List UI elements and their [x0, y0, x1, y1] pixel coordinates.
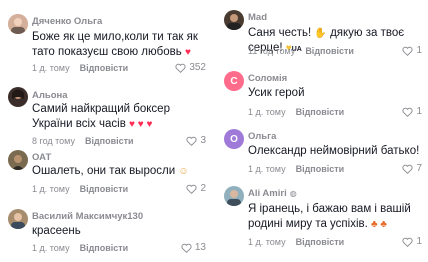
avatar[interactable]: [8, 209, 28, 229]
reply-button[interactable]: Відповісти: [305, 46, 354, 56]
like-button[interactable]: 352: [175, 62, 206, 73]
avatar[interactable]: [8, 87, 28, 107]
comment-item: O Ольга Олександр неймовірний батько! 1 …: [216, 124, 428, 182]
avatar[interactable]: [224, 186, 244, 206]
avatar[interactable]: O: [224, 129, 244, 149]
like-count: 1: [416, 45, 422, 56]
like-button[interactable]: 1: [402, 236, 422, 247]
like-button[interactable]: 1: [402, 45, 422, 56]
comment-author[interactable]: Ольга: [248, 131, 276, 142]
comment-time: 1 д. тому: [32, 243, 70, 253]
comment-time: 1 д. тому: [248, 164, 286, 174]
heart-emojis: ♥ ♥ ♥: [129, 119, 153, 130]
comment-meta: 1 д. тому Відповісти: [32, 243, 128, 253]
comment-author[interactable]: Mad: [248, 12, 267, 23]
reply-button[interactable]: Відповісти: [296, 164, 345, 174]
comment-meta: 1 д. тому Відповісти: [32, 63, 128, 73]
comment-text: Самий найкращий боксер України всіх часі…: [32, 103, 170, 130]
comment-item: Ali Amiri ◍ Я іранець, і бажаю вам і ваші…: [216, 182, 428, 262]
comment-time: 1 д. тому: [248, 107, 286, 117]
like-count: 1: [416, 236, 422, 247]
translate-globe-icon: ◍: [289, 189, 297, 198]
heart-outline-icon: [402, 107, 414, 117]
like-count: 352: [189, 62, 206, 73]
comment-meta: 1 д. тому Відповісти: [248, 107, 344, 117]
comment-author[interactable]: Ali Amiri ◍: [248, 188, 297, 199]
comment-item: C Соломія Усик герой 1 д. тому Відповісти…: [216, 64, 428, 124]
comment-item: Василий Максимчук130 красеень 1 д. тому В…: [0, 200, 212, 262]
flower-emojis: ♣ ♣: [371, 219, 387, 230]
comment-meta: 1 д. тому Відповісти: [248, 237, 344, 247]
heart-outline-icon: [402, 164, 414, 174]
like-button[interactable]: 7: [402, 163, 422, 174]
comment-author[interactable]: Соломія: [248, 73, 287, 84]
reply-button[interactable]: Відповісти: [80, 243, 129, 253]
comment-item: Альона Самий найкращий боксер України вс…: [0, 80, 212, 146]
comment-text: Я іранець, і бажаю вам і вашій родині ми…: [248, 203, 411, 230]
avatar[interactable]: [8, 14, 28, 34]
avatar[interactable]: [224, 10, 244, 30]
reply-button[interactable]: Відповісти: [80, 184, 129, 194]
reply-button[interactable]: Відповісти: [296, 237, 345, 247]
comment-text: Боже як це мило,коли ти так як тато пока…: [32, 31, 198, 58]
like-count: 1: [416, 106, 422, 117]
heart-outline-icon: [186, 184, 198, 194]
comment-author[interactable]: Василий Максимчук130: [32, 211, 143, 222]
reply-button[interactable]: Відповісти: [80, 63, 129, 73]
comment-text: Олександр неймовірний батько!: [248, 145, 420, 157]
avatar[interactable]: [8, 150, 28, 170]
heart-emoji: ♥: [184, 47, 191, 58]
comment-time: 1 д. тому: [32, 184, 70, 194]
comment-time: 1 д. тому: [248, 237, 286, 247]
heart-outline-icon: [402, 237, 414, 247]
reply-button[interactable]: Відповісти: [296, 107, 345, 117]
comment-item: ОАТ Ошалеть, они так выросли ☺ 1 д. тому…: [0, 144, 212, 200]
comment-meta: 1 д. тому Відповісти: [32, 184, 128, 194]
comment-meta: 11 год тому Відповісти: [248, 46, 354, 56]
like-count: 7: [416, 163, 422, 174]
like-button[interactable]: 2: [186, 183, 206, 194]
comment-time: 11 год тому: [248, 46, 296, 56]
comment-author[interactable]: Альона: [32, 90, 68, 101]
heart-outline-icon: [175, 63, 186, 73]
comment-author[interactable]: Дяченко Ольга: [32, 16, 102, 27]
praying-hands-emoji: ✋: [314, 28, 327, 39]
like-count: 2: [200, 183, 206, 194]
smile-emoji: ☺: [178, 166, 189, 177]
like-count: 13: [194, 242, 206, 253]
comment-time: 1 д. тому: [32, 63, 70, 73]
comment-text: Ошалеть, они так выросли ☺: [32, 165, 189, 177]
comment-item: Mad Саня честь! ✋ дякую за твоє серце! ♥…: [216, 0, 428, 64]
comment-meta: 1 д. тому Відповісти: [248, 164, 344, 174]
comment-author[interactable]: ОАТ: [32, 152, 51, 163]
heart-outline-icon: [181, 243, 192, 253]
avatar[interactable]: C: [224, 71, 244, 91]
like-button[interactable]: 13: [181, 242, 206, 253]
like-button[interactable]: 1: [402, 106, 422, 117]
comment-text: красеень: [32, 225, 81, 237]
comment-text: Усик герой: [248, 87, 305, 99]
comment-item: Дяченко Ольга Боже як це мило,коли ти та…: [0, 0, 212, 80]
heart-outline-icon: [402, 46, 414, 56]
